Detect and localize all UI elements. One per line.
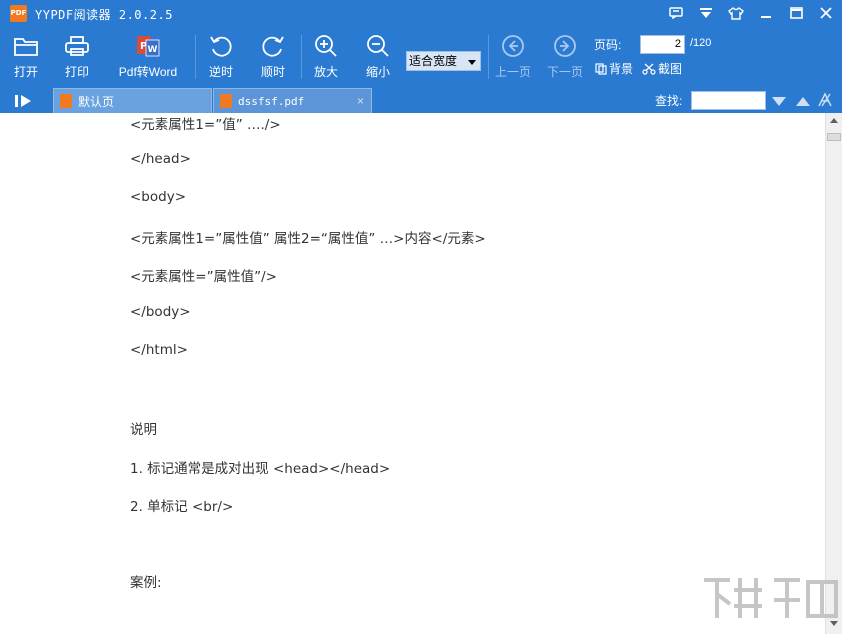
scroll-up-icon[interactable] xyxy=(830,118,838,123)
open-button[interactable]: 打开 xyxy=(8,33,44,81)
document-line: 说明 xyxy=(130,422,157,438)
svg-text:W: W xyxy=(148,45,158,55)
app-logo: PDF xyxy=(10,5,27,22)
pdf-file-icon xyxy=(220,94,232,108)
toolbar-divider xyxy=(195,35,196,79)
print-button[interactable]: 打印 xyxy=(59,33,95,81)
document-line: 2. 单标记 <br/> xyxy=(130,499,234,515)
maximize-icon[interactable] xyxy=(784,2,808,24)
printer-icon xyxy=(64,33,90,59)
folder-icon xyxy=(13,33,39,59)
search-input[interactable] xyxy=(691,91,766,110)
document-line: </head> xyxy=(130,151,191,167)
document-line: 案例: xyxy=(130,575,162,591)
document-line: 1. 标记通常是成对出现 <head></head> xyxy=(130,461,391,477)
document-line: </html> xyxy=(130,342,188,358)
pdf-word-icon: PW xyxy=(135,33,161,59)
title-bar: PDF YYPDF阅读器 2.0.2.5 xyxy=(0,0,842,27)
zoom-in-button[interactable]: 放大 xyxy=(308,33,344,81)
dropdown-menu-icon[interactable] xyxy=(694,2,718,24)
vertical-scrollbar[interactable] xyxy=(825,113,842,634)
sidebar-toggle-icon[interactable] xyxy=(14,93,34,109)
tab-default-page[interactable]: 默认页 xyxy=(53,88,212,113)
zoom-mode-select[interactable]: 适合宽度 xyxy=(406,51,481,71)
rotate-right-icon xyxy=(260,33,286,59)
rotate-left-icon xyxy=(208,33,234,59)
find-previous-icon[interactable] xyxy=(795,94,811,112)
page-total: /120 xyxy=(690,37,712,49)
feedback-icon[interactable] xyxy=(664,2,688,24)
arrow-left-circle-icon xyxy=(500,33,526,59)
prev-page-button[interactable]: 上一页 xyxy=(493,33,533,81)
document-line: <元素属性1=”值” …./> xyxy=(130,117,281,133)
document-line: <元素属性1=”属性值” 属性2=“属性值” …>内容</元素> xyxy=(130,231,486,247)
tab-close-icon[interactable]: × xyxy=(357,94,364,108)
scrollbar-thumb[interactable] xyxy=(827,133,841,141)
page-number-input[interactable]: 2 xyxy=(640,35,685,54)
toolbar-divider xyxy=(301,35,302,79)
pdf-to-word-button[interactable]: PW Pdf转Word xyxy=(114,33,182,81)
watermark-logo xyxy=(700,570,840,634)
window-title: YYPDF阅读器 2.0.2.5 xyxy=(35,8,173,22)
page-label: 页码: xyxy=(594,38,622,52)
background-icon xyxy=(595,62,607,75)
tab-document[interactable]: dssfsf.pdf × xyxy=(213,88,372,113)
document-line: <body> xyxy=(130,189,187,205)
toolbar-divider xyxy=(488,35,489,79)
zoom-in-icon xyxy=(313,33,339,59)
find-next-icon[interactable] xyxy=(771,94,787,112)
rotate-right-button[interactable]: 顺时 xyxy=(255,33,291,81)
chevron-down-icon xyxy=(468,60,476,65)
main-toolbar: 打开 打印 PW Pdf转Word 逆时 顺时 放大 缩小 适合宽度 上一页 下… xyxy=(0,27,842,87)
background-button[interactable]: 背景 xyxy=(595,60,633,77)
zoom-out-button[interactable]: 缩小 xyxy=(360,33,396,81)
document-line: </body> xyxy=(130,304,191,320)
document-view[interactable]: <元素属性1=”值” …./> </head> <body> <元素属性1=”属… xyxy=(0,113,825,634)
screenshot-button[interactable]: 截图 xyxy=(642,60,682,77)
next-page-button[interactable]: 下一页 xyxy=(545,33,585,81)
rotate-left-button[interactable]: 逆时 xyxy=(203,33,239,81)
skin-shirt-icon[interactable] xyxy=(724,2,748,24)
document-line: <元素属性=”属性值”/> xyxy=(130,269,277,285)
tab-bar: 默认页 dssfsf.pdf × 查找: xyxy=(0,87,842,113)
minimize-icon[interactable] xyxy=(754,2,778,24)
file-icon xyxy=(60,94,72,108)
arrow-right-circle-icon xyxy=(552,33,578,59)
match-case-icon[interactable] xyxy=(817,92,835,113)
search-label: 查找: xyxy=(655,94,683,108)
zoom-out-icon xyxy=(365,33,391,59)
close-icon[interactable] xyxy=(814,2,838,24)
scissors-icon xyxy=(642,63,656,75)
